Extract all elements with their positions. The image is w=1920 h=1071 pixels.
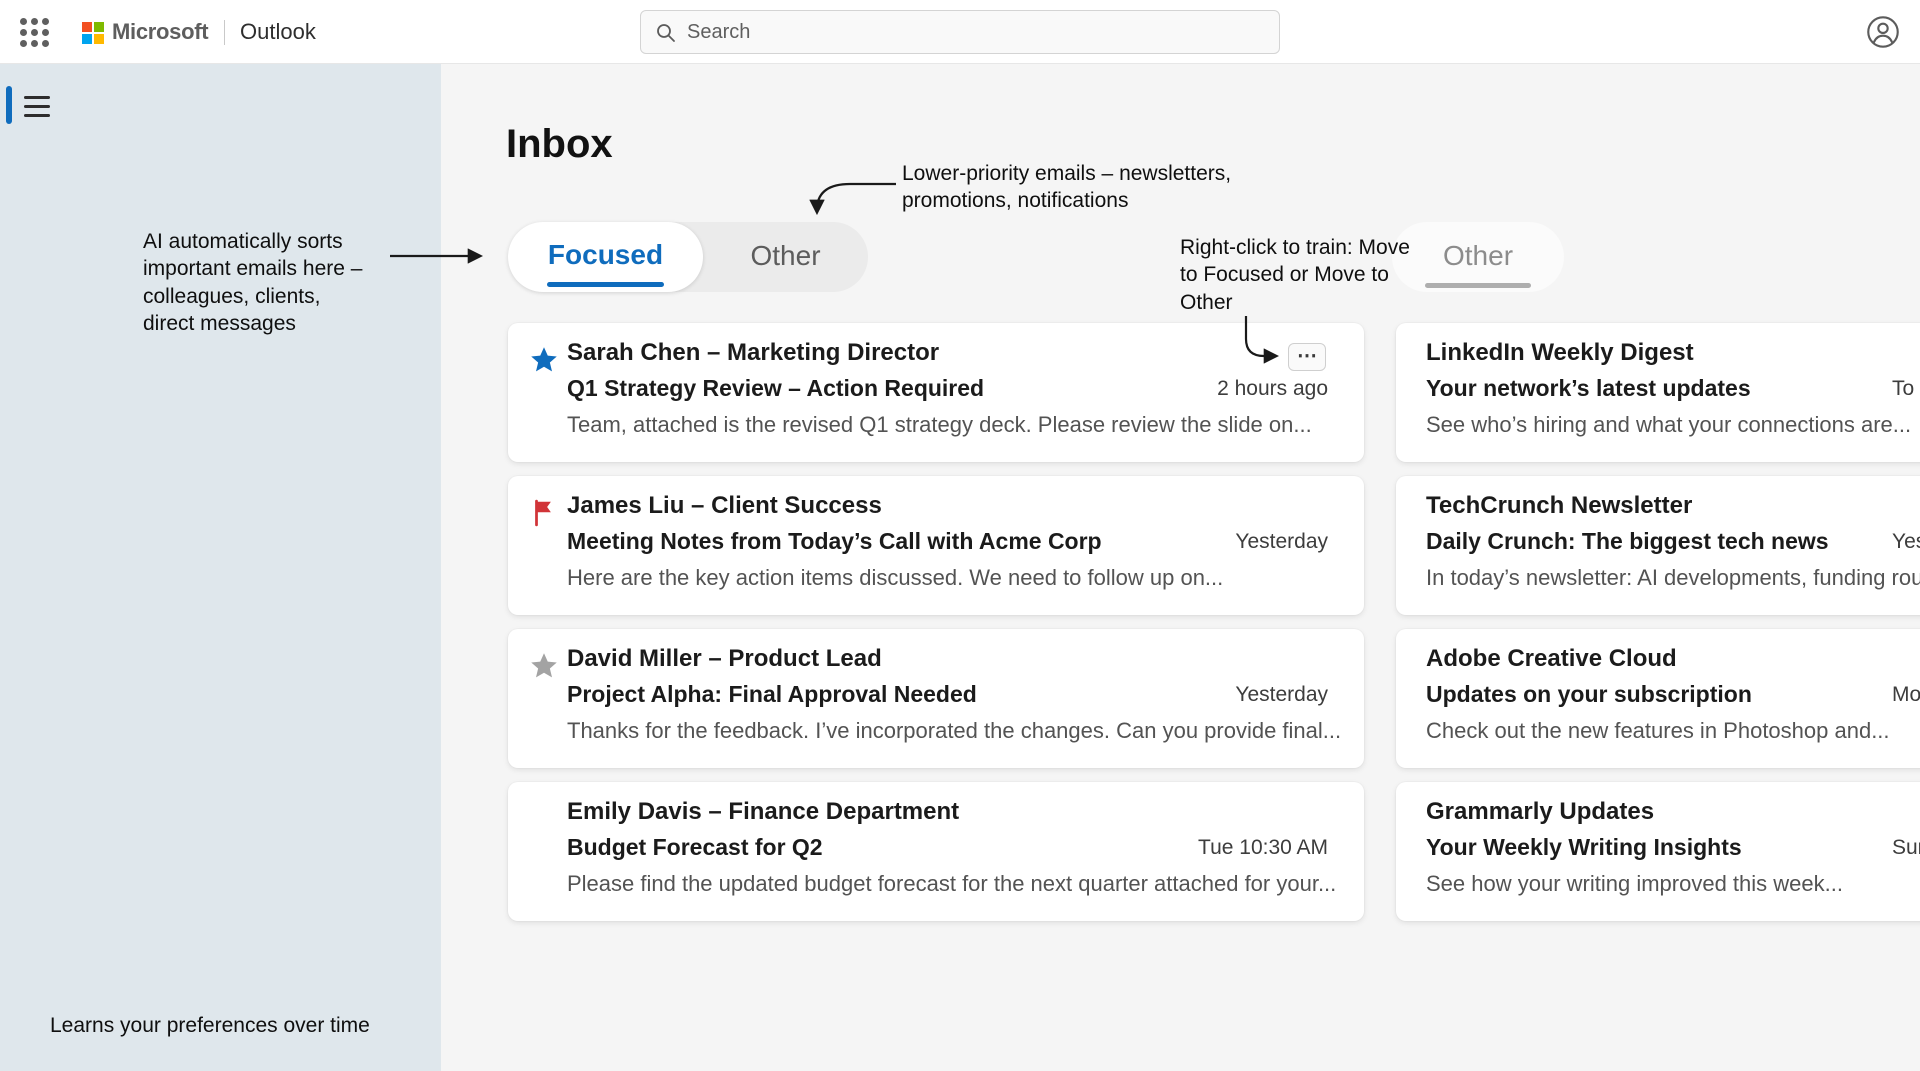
more-options-button[interactable]: ⋯ bbox=[1288, 343, 1326, 371]
other-column-tab[interactable]: Other bbox=[1392, 222, 1564, 292]
sidebar-accent-bar bbox=[6, 86, 12, 124]
email-subject: Project Alpha: Final Approval Needed bbox=[567, 681, 977, 708]
tab-focused[interactable]: Focused bbox=[508, 222, 703, 292]
hamburger-menu-icon[interactable] bbox=[24, 96, 50, 117]
email-preview: See who’s hiring and what your connectio… bbox=[1426, 412, 1911, 438]
flag-icon[interactable] bbox=[529, 498, 559, 528]
arrow-to-other-tab bbox=[817, 184, 896, 212]
email-preview: See how your writing improved this week.… bbox=[1426, 871, 1843, 897]
other-email-row-4[interactable]: Grammarly Updates Your Weekly Writing In… bbox=[1396, 782, 1920, 921]
annotation-ai-sorts: AI automatically sorts important emails … bbox=[143, 228, 375, 337]
email-subject: Meeting Notes from Today’s Call with Acm… bbox=[567, 528, 1102, 555]
email-subject: Q1 Strategy Review – Action Required bbox=[567, 375, 984, 402]
tab-other[interactable]: Other bbox=[703, 222, 868, 292]
email-sender: James Liu – Client Success bbox=[567, 492, 882, 520]
email-time: Yesterday bbox=[1235, 683, 1328, 707]
focused-email-row-3[interactable]: David Miller – Product Lead Project Alph… bbox=[508, 629, 1364, 768]
email-preview: In today’s newsletter: AI developments, … bbox=[1426, 565, 1920, 591]
tab-focused-label: Focused bbox=[508, 239, 703, 271]
email-time: Tue 10:30 AM bbox=[1198, 836, 1328, 860]
other-email-row-3[interactable]: Adobe Creative Cloud Updates on your sub… bbox=[1396, 629, 1920, 768]
annotation-lower-priority: Lower-priority emails – newsletters, pro… bbox=[902, 160, 1258, 215]
email-subject: Budget Forecast for Q2 bbox=[567, 834, 823, 861]
focused-email-row-4[interactable]: Emily Davis – Finance Department Budget … bbox=[508, 782, 1364, 921]
email-preview: Check out the new features in Photoshop … bbox=[1426, 718, 1890, 744]
email-time: To bbox=[1892, 377, 1914, 401]
email-sender: TechCrunch Newsletter bbox=[1426, 492, 1692, 520]
email-subject: Daily Crunch: The biggest tech news bbox=[1426, 528, 1829, 555]
email-time: Yesterday bbox=[1235, 530, 1328, 554]
email-sender: LinkedIn Weekly Digest bbox=[1426, 339, 1694, 367]
microsoft-brand-text: Microsoft bbox=[112, 19, 208, 45]
other-column-underline bbox=[1425, 283, 1531, 288]
star-icon[interactable] bbox=[529, 651, 559, 681]
topbar-divider bbox=[224, 20, 225, 45]
other-column-tab-label: Other bbox=[1392, 240, 1564, 272]
sidebar: AI automatically sorts important emails … bbox=[0, 64, 441, 1071]
annotation-learns-preferences: Learns your preferences over time bbox=[50, 1012, 430, 1039]
top-bar: Microsoft Outlook bbox=[0, 0, 1920, 64]
email-preview: Here are the key action items discussed.… bbox=[567, 565, 1223, 591]
outlook-app-name: Outlook bbox=[240, 19, 316, 45]
app-launcher-icon[interactable] bbox=[20, 18, 50, 48]
search-bar[interactable] bbox=[640, 10, 1280, 54]
page-title-inbox: Inbox bbox=[506, 122, 613, 167]
email-preview: Thanks for the feedback. I’ve incorporat… bbox=[567, 718, 1341, 744]
email-sender: Sarah Chen – Marketing Director bbox=[567, 339, 939, 367]
focused-active-underline bbox=[547, 282, 664, 287]
focused-other-tabs: Focused Other bbox=[508, 222, 868, 292]
person-icon bbox=[1866, 15, 1900, 49]
star-icon[interactable] bbox=[529, 345, 559, 375]
search-icon bbox=[655, 22, 677, 44]
email-subject: Updates on your subscription bbox=[1426, 681, 1752, 708]
focused-email-row-2[interactable]: James Liu – Client Success Meeting Notes… bbox=[508, 476, 1364, 615]
email-preview: Please find the updated budget forecast … bbox=[567, 871, 1336, 897]
other-email-row-2[interactable]: TechCrunch Newsletter Daily Crunch: The … bbox=[1396, 476, 1920, 615]
account-button[interactable] bbox=[1866, 15, 1900, 49]
other-email-row-1[interactable]: LinkedIn Weekly Digest Your network’s la… bbox=[1396, 323, 1920, 462]
email-preview: Team, attached is the revised Q1 strateg… bbox=[567, 412, 1312, 438]
email-sender: Emily Davis – Finance Department bbox=[567, 798, 959, 826]
email-time: 2 hours ago bbox=[1217, 377, 1328, 401]
email-subject: Your Weekly Writing Insights bbox=[1426, 834, 1742, 861]
email-time: Sun bbox=[1892, 836, 1920, 860]
email-sender: David Miller – Product Lead bbox=[567, 645, 882, 673]
email-time: Yest bbox=[1892, 530, 1920, 554]
email-subject: Your network’s latest updates bbox=[1426, 375, 1751, 402]
search-input[interactable] bbox=[687, 11, 1267, 53]
tab-other-label: Other bbox=[703, 240, 868, 272]
annotation-right-click-train: Right-click to train: Move to Focused or… bbox=[1180, 234, 1412, 316]
microsoft-logo-icon bbox=[82, 22, 104, 44]
email-sender: Adobe Creative Cloud bbox=[1426, 645, 1677, 673]
outlook-window: Microsoft Outlook AI automatically sorts… bbox=[0, 0, 1920, 1071]
focused-email-row-1[interactable]: Sarah Chen – Marketing Director Q1 Strat… bbox=[508, 323, 1364, 462]
email-sender: Grammarly Updates bbox=[1426, 798, 1654, 826]
email-time: Mon bbox=[1892, 683, 1920, 707]
